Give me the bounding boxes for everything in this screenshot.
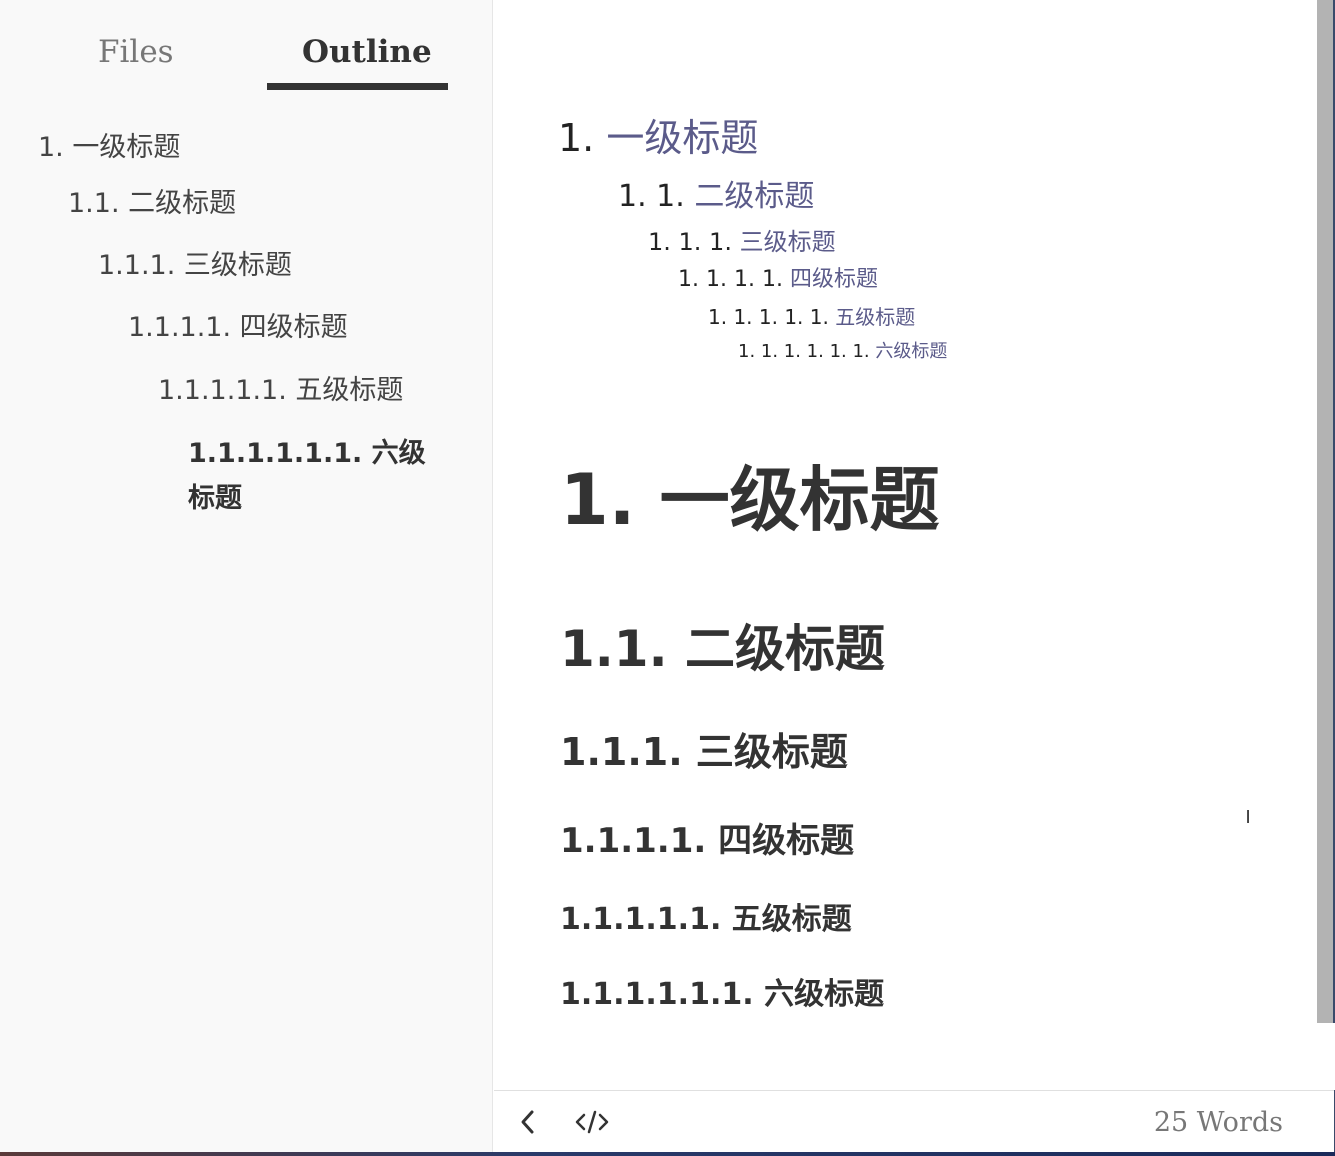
text-cursor-icon: I bbox=[1245, 807, 1251, 828]
toc-number: 1. 1. 1. 1. 1. bbox=[708, 305, 829, 329]
tab-outline[interactable]: Outline bbox=[302, 30, 432, 74]
toc-number: 1. 1. 1. bbox=[648, 228, 732, 256]
toc-item[interactable]: 1. 1. 1. 1. 四级标题 bbox=[678, 266, 878, 294]
toc-link[interactable]: 一级标题 bbox=[606, 116, 758, 160]
heading-3: 1.1.1. 三级标题 bbox=[560, 730, 848, 774]
outline-item-h5[interactable]: 1.1.1.1.1. 五级标题 bbox=[158, 374, 403, 408]
scrollbar-corner bbox=[1317, 1023, 1335, 1090]
active-tab-indicator bbox=[267, 83, 448, 90]
heading-6: 1.1.1.1.1.1. 六级标题 bbox=[560, 977, 885, 1012]
toc-number: 1. 1. 1. 1. 1. 1. bbox=[738, 341, 870, 362]
editor-pane[interactable]: 1. 一级标题 1. 1. 二级标题 1. 1. 1. 三级标题 1. 1. 1… bbox=[494, 0, 1317, 1090]
source-mode-button[interactable] bbox=[574, 1105, 610, 1139]
toggle-sidebar-button[interactable] bbox=[514, 1105, 542, 1139]
toc-link[interactable]: 二级标题 bbox=[694, 179, 814, 214]
toc-link[interactable]: 四级标题 bbox=[790, 267, 878, 292]
heading-1: 1. 一级标题 bbox=[560, 459, 940, 541]
toc-number: 1. 1. 1. 1. bbox=[678, 267, 783, 292]
heading-4: 1.1.1.1. 四级标题 bbox=[560, 821, 855, 861]
word-count[interactable]: 25 Words bbox=[1154, 1105, 1283, 1141]
tab-files[interactable]: Files bbox=[98, 30, 174, 74]
chevron-left-icon bbox=[521, 1110, 534, 1134]
toc-link[interactable]: 六级标题 bbox=[875, 341, 947, 362]
toc-item[interactable]: 1. 一级标题 bbox=[558, 115, 758, 161]
outline-item-h1[interactable]: 1. 一级标题 bbox=[38, 131, 180, 165]
toc-item[interactable]: 1. 1. 1. 1. 1. 五级标题 bbox=[708, 304, 915, 330]
desktop-background-edge bbox=[0, 1152, 1335, 1156]
heading-5: 1.1.1.1.1. 五级标题 bbox=[560, 902, 852, 937]
sidebar-tabs: Files Outline bbox=[0, 0, 493, 92]
sidebar: Files Outline 1. 一级标题 1.1. 二级标题 1.1.1. 三… bbox=[0, 0, 493, 1156]
toc-item[interactable]: 1. 1. 1. 1. 1. 1. 六级标题 bbox=[738, 340, 947, 364]
code-icon bbox=[575, 1110, 609, 1134]
outline-item-h3[interactable]: 1.1.1. 三级标题 bbox=[98, 249, 292, 283]
toc-item[interactable]: 1. 1. 二级标题 bbox=[618, 178, 814, 216]
outline-item-h2[interactable]: 1.1. 二级标题 bbox=[68, 187, 236, 221]
toc-link[interactable]: 五级标题 bbox=[835, 305, 915, 329]
toc-number: 1. 1. bbox=[618, 179, 685, 214]
outline-item-h6[interactable]: 1.1.1.1.1.1. 六级标题 bbox=[188, 431, 438, 521]
status-bar: 25 Words bbox=[494, 1090, 1334, 1152]
heading-2: 1.1. 二级标题 bbox=[560, 620, 885, 678]
toc-number: 1. bbox=[558, 116, 595, 160]
scrollbar-thumb[interactable] bbox=[1317, 0, 1333, 1023]
toc-link[interactable]: 三级标题 bbox=[740, 228, 836, 256]
toc-item[interactable]: 1. 1. 1. 三级标题 bbox=[648, 227, 836, 257]
outline-item-h4[interactable]: 1.1.1.1. 四级标题 bbox=[128, 311, 348, 345]
app-window: Files Outline 1. 一级标题 1.1. 二级标题 1.1.1. 三… bbox=[0, 0, 1335, 1156]
